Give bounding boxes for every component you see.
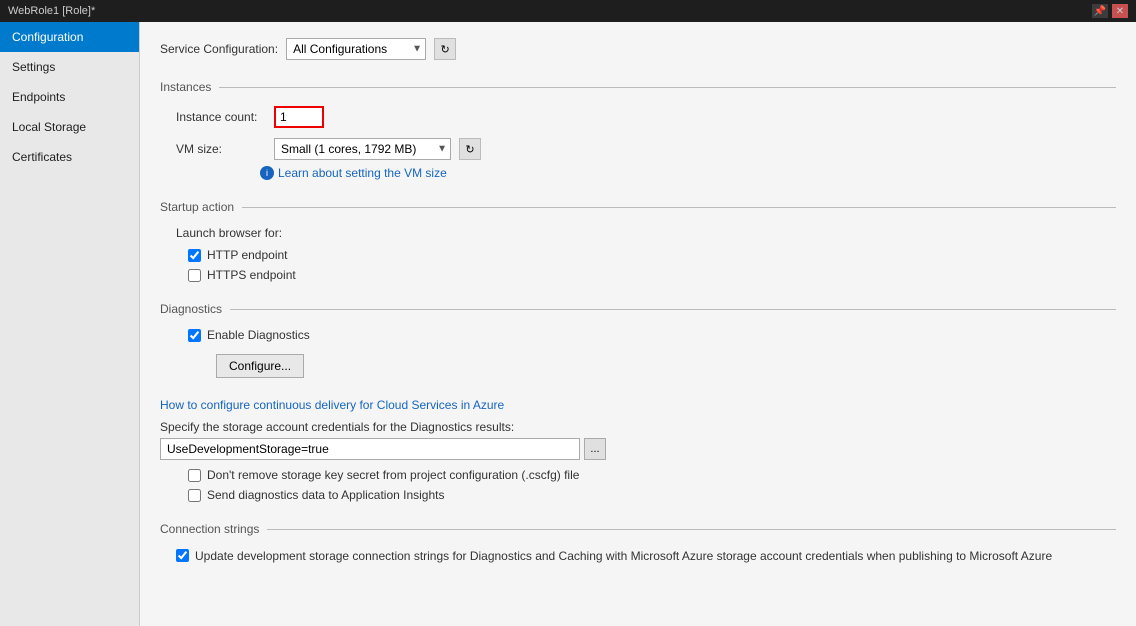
connection-strings-title: Connection strings: [160, 522, 259, 536]
title-text: WebRole1 [Role]*: [8, 5, 1092, 17]
http-endpoint-row: HTTP endpoint: [188, 248, 1116, 262]
http-endpoint-checkbox[interactable]: [188, 249, 201, 262]
launch-label: Launch browser for:: [176, 226, 1116, 240]
instances-section-line: [219, 87, 1116, 88]
instance-count-row: Instance count:: [176, 106, 1116, 128]
https-endpoint-row: HTTPS endpoint: [188, 268, 1116, 282]
enable-diagnostics-label: Enable Diagnostics: [207, 328, 310, 342]
instances-section-header: Instances: [160, 80, 1116, 94]
diagnostics-header: Diagnostics: [160, 302, 1116, 316]
service-config-refresh-button[interactable]: ↻: [434, 38, 456, 60]
service-config-label: Service Configuration:: [160, 42, 278, 56]
send-diagnostics-row: Send diagnostics data to Application Ins…: [188, 488, 1116, 502]
no-remove-checkbox[interactable]: [188, 469, 201, 482]
enable-diagnostics-checkbox[interactable]: [188, 329, 201, 342]
title-bar: WebRole1 [Role]* 📌 ✕: [0, 0, 1136, 22]
close-button[interactable]: ✕: [1112, 4, 1128, 18]
startup-action-section: Startup action Launch browser for: HTTP …: [160, 200, 1116, 282]
enable-diagnostics-row: Enable Diagnostics: [188, 328, 1116, 342]
no-remove-label: Don't remove storage key secret from pro…: [207, 468, 579, 482]
vmsize-label: VM size:: [176, 142, 266, 156]
storage-desc: Specify the storage account credentials …: [160, 420, 1116, 434]
left-nav: Configuration Settings Endpoints Local S…: [0, 22, 140, 626]
diagnostics-title: Diagnostics: [160, 302, 222, 316]
storage-input-row: ...: [160, 438, 1116, 460]
content-area: Service Configuration: All Configuration…: [140, 22, 1136, 626]
nav-item-certificates[interactable]: Certificates: [0, 142, 139, 172]
continuous-delivery-link[interactable]: How to configure continuous delivery for…: [160, 398, 1116, 412]
nav-item-configuration[interactable]: Configuration: [0, 22, 139, 52]
startup-action-header: Startup action: [160, 200, 1116, 214]
instances-section-title: Instances: [160, 80, 211, 94]
http-endpoint-label: HTTP endpoint: [207, 248, 288, 262]
startup-action-line: [242, 207, 1116, 208]
service-config-select[interactable]: All Configurations Cloud Local: [286, 38, 426, 60]
connection-strings-header: Connection strings: [160, 522, 1116, 536]
no-remove-row: Don't remove storage key secret from pro…: [188, 468, 1116, 482]
diagnostics-section: Diagnostics Enable Diagnostics Configure…: [160, 302, 1116, 502]
info-icon: i: [260, 166, 274, 180]
vmsize-select[interactable]: Small (1 cores, 1792 MB) Medium (2 cores…: [274, 138, 451, 160]
send-diagnostics-checkbox[interactable]: [188, 489, 201, 502]
update-connection-strings-checkbox[interactable]: [176, 549, 189, 562]
instance-count-input[interactable]: [274, 106, 324, 128]
vmsize-select-wrapper: Small (1 cores, 1792 MB) Medium (2 cores…: [274, 138, 451, 160]
configure-button[interactable]: Configure...: [216, 354, 304, 378]
storage-input[interactable]: [160, 438, 580, 460]
instance-count-label: Instance count:: [176, 110, 266, 124]
update-connection-strings-label: Update development storage connection st…: [195, 548, 1052, 565]
main-container: Configuration Settings Endpoints Local S…: [0, 22, 1136, 626]
nav-item-settings[interactable]: Settings: [0, 52, 139, 82]
title-controls: 📌 ✕: [1092, 4, 1128, 18]
https-endpoint-checkbox[interactable]: [188, 269, 201, 282]
browse-button[interactable]: ...: [584, 438, 606, 460]
pin-button[interactable]: 📌: [1092, 4, 1108, 18]
nav-item-endpoints[interactable]: Endpoints: [0, 82, 139, 112]
vmsize-refresh-button[interactable]: ↻: [459, 138, 481, 160]
diagnostics-line: [230, 309, 1116, 310]
nav-item-local-storage[interactable]: Local Storage: [0, 112, 139, 142]
startup-action-title: Startup action: [160, 200, 234, 214]
update-connection-strings-row: Update development storage connection st…: [176, 548, 1116, 565]
instances-section: Instances Instance count: VM size: Small…: [160, 80, 1116, 180]
learn-link-row: i Learn about setting the VM size: [260, 166, 1116, 180]
service-config-row: Service Configuration: All Configuration…: [160, 38, 1116, 60]
vmsize-row: VM size: Small (1 cores, 1792 MB) Medium…: [176, 138, 1116, 160]
send-diagnostics-label: Send diagnostics data to Application Ins…: [207, 488, 445, 502]
service-config-select-wrapper: All Configurations Cloud Local ▼: [286, 38, 426, 60]
learn-link[interactable]: i Learn about setting the VM size: [260, 166, 1116, 180]
https-endpoint-label: HTTPS endpoint: [207, 268, 296, 282]
connection-strings-line: [267, 529, 1116, 530]
connection-strings-section: Connection strings Update development st…: [160, 522, 1116, 565]
